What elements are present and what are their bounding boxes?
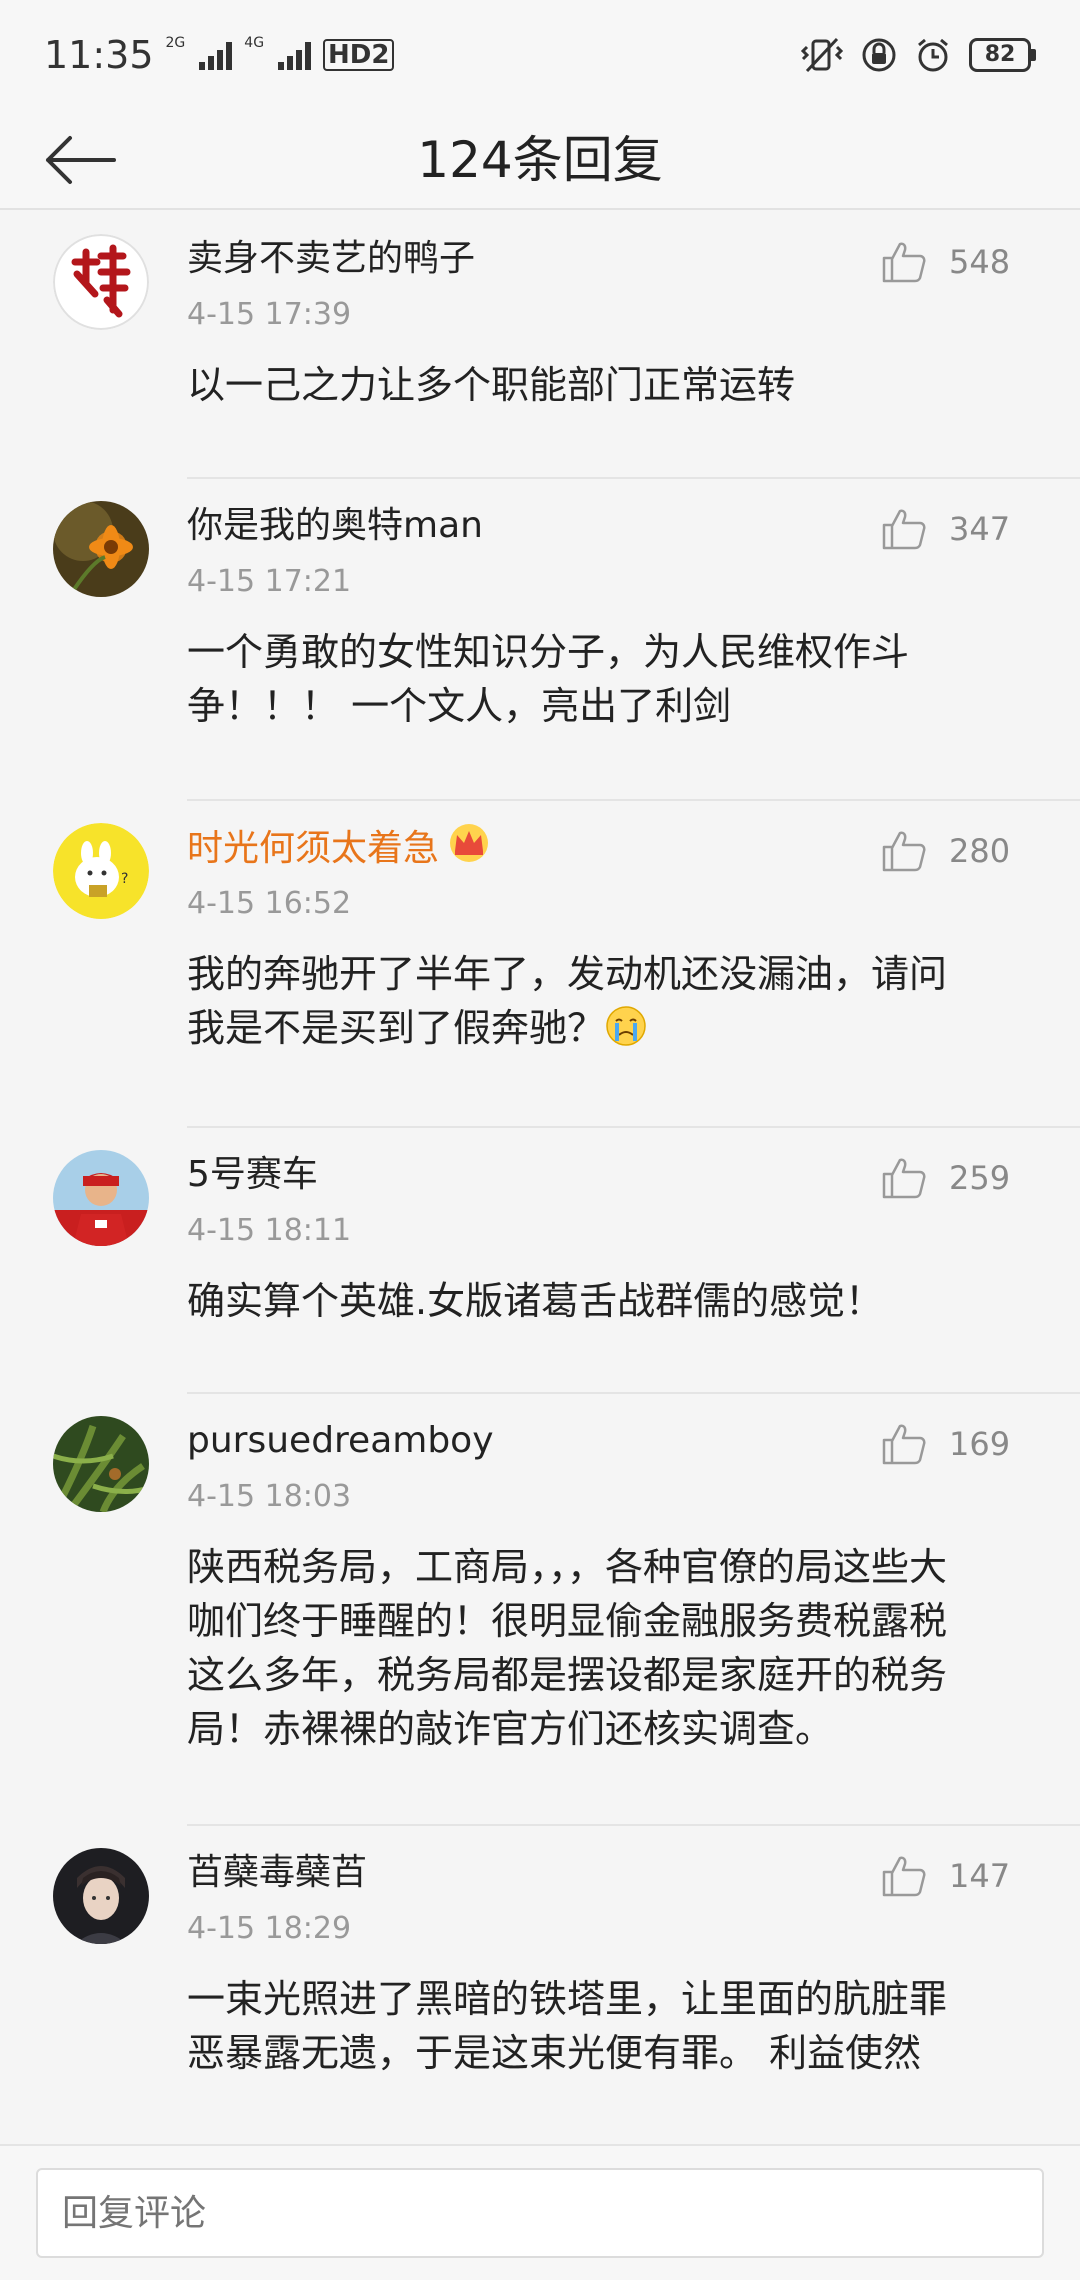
network-label-2g: 2G <box>165 35 186 51</box>
status-time: 11:35 <box>44 33 154 77</box>
comment-content: 5号赛车 4-15 18:11 确实算个英雄.女版诸葛舌战群儒的感觉！ 259 <box>187 1150 1011 1392</box>
avatar[interactable] <box>53 501 149 597</box>
comment-item: pursuedreamboy 4-15 18:03 陕西税务局，工商局，，，各种… <box>0 1394 1080 1824</box>
comment-list: 卖身不卖艺的鸭子 4-15 17:39 以一己之力让多个职能部门正常运转 548… <box>0 212 1080 2148</box>
comment-text: 我的奔驰开了半年了，发动机还没漏油，请问我是不是买到了假奔驰？ <box>187 947 1007 1061</box>
thumbs-up-icon <box>882 831 926 872</box>
alarm-icon <box>915 37 951 73</box>
like-count: 548 <box>949 243 1011 281</box>
nav-bar: 124条回复 <box>0 110 1080 210</box>
like-count: 259 <box>949 1159 1011 1197</box>
comment-time: 4-15 18:11 <box>187 1213 352 1248</box>
signal-icon <box>199 40 233 70</box>
status-right: 82 <box>801 37 1036 73</box>
like-button[interactable]: 169 <box>881 1416 1011 1472</box>
crying-emoji-icon <box>605 1005 647 1061</box>
comment-item: 卖身不卖艺的鸭子 4-15 17:39 以一己之力让多个职能部门正常运转 548 <box>0 212 1080 477</box>
like-button[interactable]: 147 <box>881 1848 1011 1904</box>
reply-input[interactable] <box>36 2168 1044 2258</box>
like-count: 347 <box>949 510 1011 548</box>
battery-level: 82 <box>969 38 1031 72</box>
avatar[interactable] <box>53 234 149 330</box>
page-title: 124条回复 <box>417 131 663 189</box>
comment-time: 4-15 17:21 <box>187 564 352 599</box>
battery-icon: 82 <box>969 38 1036 72</box>
hd-badge: HD2 <box>323 39 395 71</box>
comment-time: 4-15 16:52 <box>187 886 352 921</box>
reply-bar <box>0 2144 1080 2280</box>
like-button[interactable]: 347 <box>881 501 1011 557</box>
comment-content: 你是我的奥特man 4-15 17:21 一个勇敢的女性知识分子，为人民维权作斗… <box>187 501 1011 799</box>
comment-item: ? 时光何须太着急 4-15 16:52 我的奔驰开了半年了，发动机还没漏油，请… <box>0 801 1080 1126</box>
comment-time: 4-15 18:03 <box>187 1479 352 1514</box>
thumbs-up-icon <box>882 1856 926 1897</box>
lock-rotation-icon <box>861 37 897 73</box>
thumbs-up-icon <box>882 1158 926 1199</box>
comment-text: 确实算个英雄.女版诸葛舌战群儒的感觉！ <box>187 1279 884 1323</box>
like-count: 169 <box>949 1425 1011 1463</box>
like-count: 147 <box>949 1857 1011 1895</box>
thumbs-up-icon <box>882 1424 926 1465</box>
comment-item: 苩蘗毒蘗苩 4-15 18:29 一束光照进了黑暗的铁塔里，让里面的肮脏罪恶暴露… <box>0 1826 1080 2146</box>
status-left: 11:35 2G 4G HD2 <box>44 33 395 77</box>
comment-item: 你是我的奥特man 4-15 17:21 一个勇敢的女性知识分子，为人民维权作斗… <box>0 479 1080 799</box>
comment-content: 苩蘗毒蘗苩 4-15 18:29 一束光照进了黑暗的铁塔里，让里面的肮脏罪恶暴露… <box>187 1848 1011 2146</box>
signal-icon-2 <box>278 40 312 70</box>
battery-tip <box>1031 49 1036 61</box>
comment-content: pursuedreamboy 4-15 18:03 陕西税务局，工商局，，，各种… <box>187 1416 1011 1824</box>
like-button[interactable]: 259 <box>881 1150 1011 1206</box>
like-button[interactable]: 280 <box>881 823 1011 879</box>
comment-username-text: 时光何须太着急 <box>187 828 440 869</box>
thumbs-up-icon <box>882 509 926 550</box>
comment-text: 一个勇敢的女性知识分子，为人民维权作斗争！！！ 一个文人，亮出了利剑 <box>187 630 910 728</box>
avatar[interactable] <box>53 1150 149 1246</box>
comment-content: 卖身不卖艺的鸭子 4-15 17:39 以一己之力让多个职能部门正常运转 548 <box>187 234 1011 477</box>
comment-time: 4-15 17:39 <box>187 297 352 332</box>
avatar[interactable]: ? <box>53 823 149 919</box>
status-bar: 11:35 2G 4G HD2 82 <box>0 0 1080 110</box>
comment-item: 5号赛车 4-15 18:11 确实算个英雄.女版诸葛舌战群儒的感觉！ 259 <box>0 1128 1080 1392</box>
comment-text: 以一己之力让多个职能部门正常运转 <box>187 363 796 407</box>
like-count: 280 <box>949 832 1011 870</box>
network-label-4g: 4G <box>244 35 265 51</box>
avatar[interactable] <box>53 1416 149 1512</box>
comment-content: 时光何须太着急 4-15 16:52 我的奔驰开了半年了，发动机还没漏油，请问我… <box>187 823 1011 1126</box>
like-button[interactable]: 548 <box>881 234 1011 290</box>
vibrate-off-icon <box>801 37 843 73</box>
comment-text-body: 我的奔驰开了半年了，发动机还没漏油，请问我是不是买到了假奔驰？ <box>187 952 948 1050</box>
avatar[interactable] <box>53 1848 149 1944</box>
comment-text: 一束光照进了黑暗的铁塔里，让里面的肮脏罪恶暴露无遗，于是这束光便有罪。 利益使然 <box>187 1977 948 2075</box>
comment-text: 陕西税务局，工商局，，，各种官僚的局这些大咖们终于睡醒的！很明显偷金融服务费税露… <box>187 1545 948 1751</box>
thumbs-up-icon <box>882 242 926 283</box>
comment-time: 4-15 18:29 <box>187 1911 352 1946</box>
svg-text:?: ? <box>121 871 128 887</box>
vip-crown-icon <box>447 823 491 877</box>
